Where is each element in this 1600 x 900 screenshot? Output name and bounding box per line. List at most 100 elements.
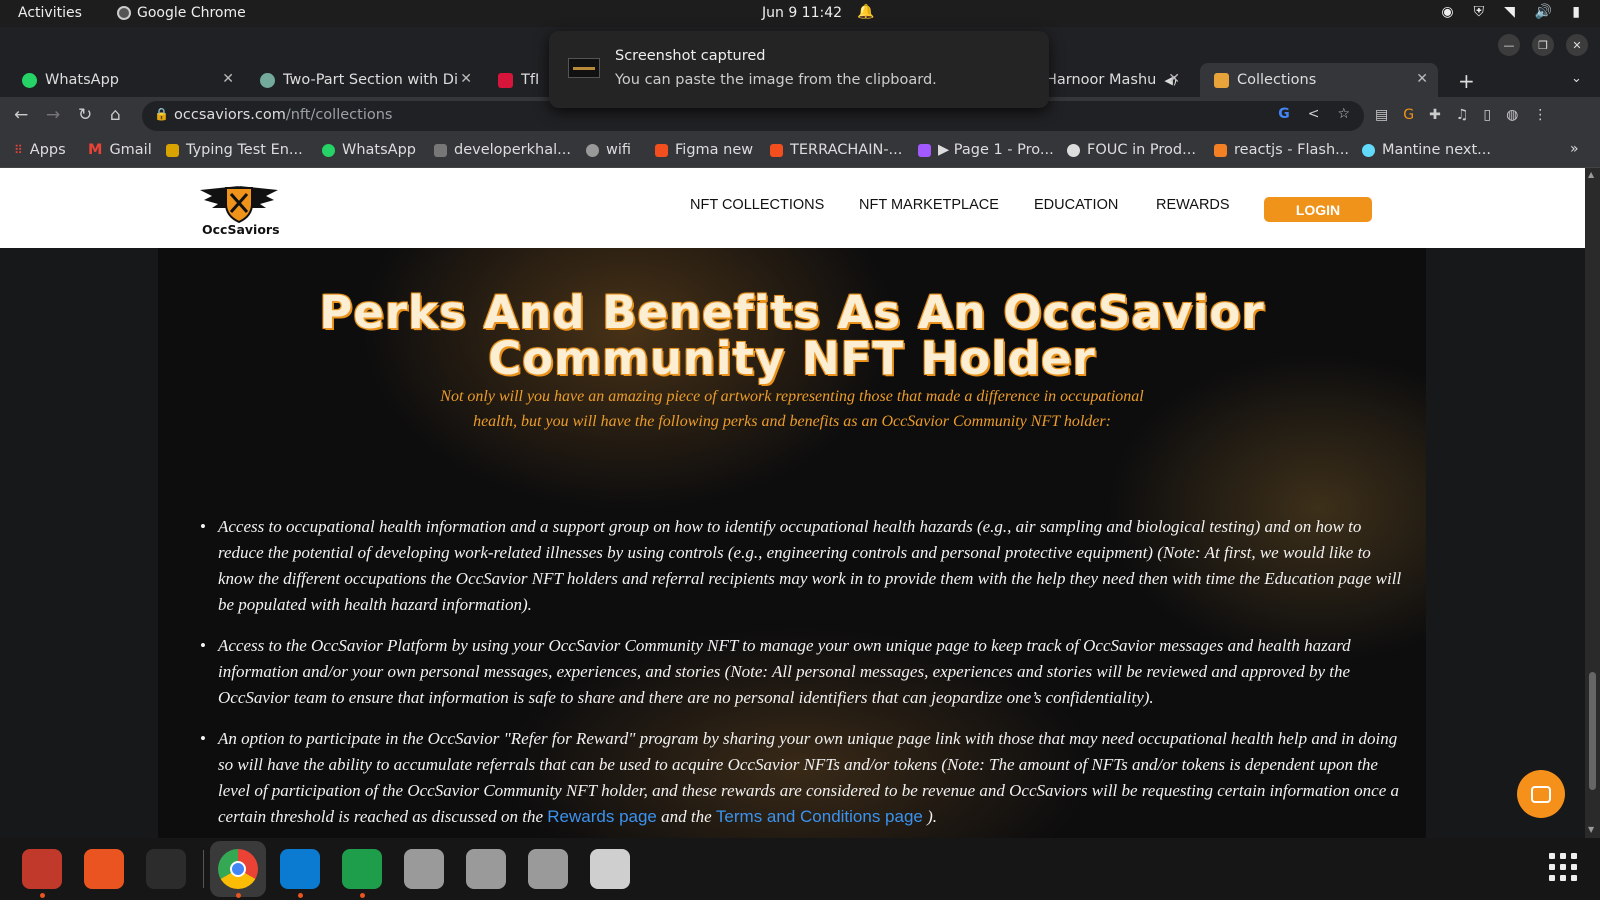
tab-tfnsw[interactable]: TfN bbox=[488, 63, 548, 97]
login-button[interactable]: LOGIN bbox=[1264, 197, 1372, 222]
figma-icon bbox=[770, 143, 783, 157]
bookmark-wifi[interactable]: wifi bbox=[586, 142, 631, 158]
dock-separator bbox=[203, 850, 204, 888]
apps-grid-icon: ⠿ bbox=[14, 143, 23, 157]
shield-icon[interactable]: ⛨ bbox=[1474, 4, 1485, 20]
nav-nft-marketplace[interactable]: NFT MARKETPLACE bbox=[859, 197, 999, 213]
nav-education[interactable]: EDUCATION bbox=[1034, 197, 1118, 213]
logo-text: OccSaviors bbox=[202, 222, 280, 237]
terminal-icon[interactable] bbox=[146, 849, 186, 889]
rewards-page-link[interactable]: Rewards page bbox=[547, 807, 657, 826]
nav-nft-collections[interactable]: NFT COLLECTIONS bbox=[690, 197, 824, 213]
bookmark-mantine[interactable]: Mantine next... bbox=[1362, 142, 1491, 158]
bookmark-figma-new[interactable]: Figma new bbox=[655, 142, 753, 158]
app-menu[interactable]: Google Chrome bbox=[117, 5, 246, 21]
volume-icon[interactable]: 🔊 bbox=[1535, 4, 1552, 20]
dock bbox=[0, 838, 1600, 900]
minimize-icon[interactable]: — bbox=[1498, 34, 1520, 56]
page-scrollbar[interactable]: ▲ ▼ bbox=[1585, 168, 1600, 838]
chevron-down-icon[interactable]: ⌄ bbox=[1571, 71, 1582, 86]
scroll-down-icon[interactable]: ▼ bbox=[1588, 825, 1594, 834]
nav-rewards[interactable]: REWARDS bbox=[1156, 197, 1230, 213]
show-apps-icon[interactable] bbox=[1549, 853, 1577, 881]
chat-button[interactable] bbox=[1517, 770, 1565, 818]
chrome-tray-icon[interactable]: ◉ bbox=[1441, 4, 1453, 20]
tab-collections[interactable]: Collections ✕ bbox=[1200, 63, 1438, 97]
disk-icon-1[interactable] bbox=[404, 849, 444, 889]
bookmark-fouc[interactable]: FOUC in Prod... bbox=[1067, 142, 1196, 158]
bookmark-typing-test[interactable]: Typing Test En... bbox=[166, 142, 303, 158]
software-icon[interactable] bbox=[84, 849, 124, 889]
tab-chatgpt[interactable]: Two-Part Section with Div ✕ bbox=[250, 63, 482, 97]
back-icon[interactable]: ← bbox=[14, 105, 28, 125]
system-tray[interactable]: ◉ ⛨ ◥ 🔊 ▮ bbox=[1441, 4, 1580, 20]
media-icon[interactable]: ♫ bbox=[1456, 107, 1469, 123]
bookmark-apps[interactable]: ⠿ Apps bbox=[14, 142, 66, 158]
tab-whatsapp[interactable]: WhatsApp ✕ bbox=[12, 63, 244, 97]
chrome-icon[interactable] bbox=[218, 849, 258, 898]
typing-test-icon bbox=[166, 143, 179, 157]
battery-icon[interactable]: ▮ bbox=[1572, 4, 1580, 20]
scroll-up-icon[interactable]: ▲ bbox=[1588, 170, 1594, 179]
close-tab-icon[interactable]: ✕ bbox=[1168, 71, 1180, 87]
site-logo[interactable]: OccSaviors bbox=[198, 182, 280, 240]
close-icon[interactable]: ✕ bbox=[1566, 34, 1588, 56]
bookmark-page1[interactable]: ▶ Page 1 - Pro... bbox=[918, 142, 1054, 158]
new-tab-icon[interactable]: + bbox=[1458, 69, 1475, 93]
close-tab-icon[interactable]: ✕ bbox=[222, 71, 234, 87]
bookmark-reactjs[interactable]: reactjs - Flash... bbox=[1214, 142, 1349, 158]
profile-avatar[interactable]: ◍ bbox=[1506, 107, 1518, 123]
lock-icon[interactable]: 🔒 bbox=[154, 107, 169, 121]
app-name: Google Chrome bbox=[137, 5, 246, 21]
stackoverflow-icon bbox=[1214, 143, 1227, 157]
extensions-puzzle-icon[interactable]: ✚ bbox=[1429, 107, 1441, 123]
perk-text: ). bbox=[922, 807, 938, 826]
extension-orange-icon[interactable]: G bbox=[1403, 107, 1414, 123]
scrollbar-thumb[interactable] bbox=[1589, 672, 1596, 790]
wifi-icon[interactable]: ◥ bbox=[1504, 4, 1515, 20]
bookmark-developer[interactable]: developerkhal... bbox=[434, 142, 571, 158]
files-icon[interactable] bbox=[22, 849, 62, 898]
notification-body: You can paste the image from the clipboa… bbox=[615, 72, 937, 88]
bookmark-label: WhatsApp bbox=[342, 142, 416, 158]
globe-icon bbox=[586, 143, 599, 157]
maximize-icon[interactable]: ❐ bbox=[1532, 34, 1554, 56]
share-icon[interactable]: < bbox=[1308, 106, 1320, 122]
react-icon bbox=[1362, 143, 1375, 157]
bookmark-label: Apps bbox=[29, 142, 66, 158]
bookmark-label: wifi bbox=[606, 142, 632, 158]
extension-screen-icon[interactable]: ▤ bbox=[1375, 107, 1388, 123]
notification-title: Screenshot captured bbox=[615, 48, 766, 64]
spreadsheet-icon[interactable] bbox=[342, 849, 382, 898]
bookmarks-overflow-icon[interactable]: » bbox=[1570, 141, 1579, 157]
bookmark-whatsapp[interactable]: WhatsApp bbox=[322, 142, 416, 158]
bookmark-label: Figma new bbox=[675, 142, 754, 158]
bookmark-terrachain[interactable]: TERRACHAIN-... bbox=[770, 142, 902, 158]
sidepanel-icon[interactable]: ▯ bbox=[1483, 107, 1491, 123]
tab-harnoor[interactable]: Harnoor Mashu ◀) ✕ bbox=[1038, 63, 1190, 97]
screenshot-notification[interactable]: Screenshot captured You can paste the im… bbox=[549, 31, 1049, 108]
developer-icon bbox=[434, 143, 447, 157]
github-icon bbox=[1067, 143, 1080, 157]
star-icon[interactable]: ☆ bbox=[1337, 106, 1350, 122]
disk-icon-2[interactable] bbox=[466, 849, 506, 889]
bookmark-gmail[interactable]: M Gmail bbox=[88, 142, 152, 158]
trash-icon[interactable] bbox=[590, 849, 630, 889]
gmail-icon: M bbox=[88, 142, 103, 158]
disk-icon-3[interactable] bbox=[528, 849, 568, 889]
close-tab-icon[interactable]: ✕ bbox=[1416, 71, 1428, 87]
perks-intro: Not only will you have an amazing piece … bbox=[440, 388, 1144, 430]
list-item: An option to participate in the OccSavio… bbox=[198, 726, 1403, 830]
google-icon[interactable]: G bbox=[1278, 106, 1290, 122]
terms-page-link[interactable]: Terms and Conditions page bbox=[716, 807, 923, 826]
reload-icon[interactable]: ↻ bbox=[78, 105, 92, 125]
close-tab-icon[interactable]: ✕ bbox=[460, 71, 472, 87]
vscode-icon[interactable] bbox=[280, 849, 320, 898]
forward-icon[interactable]: → bbox=[46, 105, 60, 125]
activities-button[interactable]: Activities bbox=[18, 5, 82, 21]
perks-list: Access to occupational health informatio… bbox=[198, 514, 1403, 838]
menu-icon[interactable]: ⋮ bbox=[1533, 107, 1547, 123]
clock[interactable]: Jun 9 11:42 bbox=[762, 5, 842, 21]
figma-icon bbox=[655, 143, 668, 157]
home-icon[interactable]: ⌂ bbox=[110, 105, 121, 125]
